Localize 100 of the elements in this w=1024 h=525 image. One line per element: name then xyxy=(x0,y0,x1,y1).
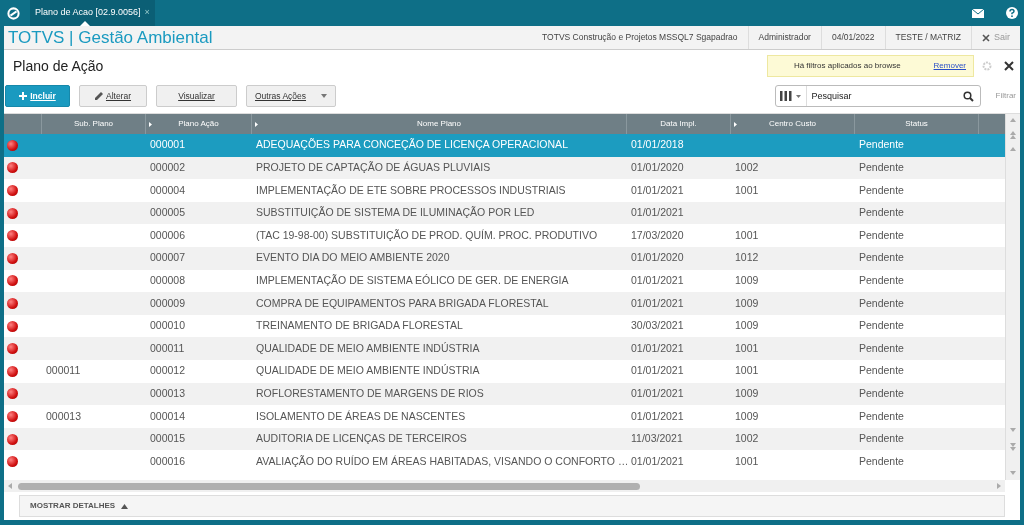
table-cell: Pendente xyxy=(859,454,904,467)
table-cell: PROJETO DE CAPTAÇÃO DE ÁGUAS PLUVIAIS xyxy=(256,161,491,173)
table-cell: 000006 xyxy=(150,228,186,241)
table-cell: 000013 xyxy=(150,386,186,399)
table-cell: Pendente xyxy=(859,138,904,151)
vertical-scrollbar[interactable] xyxy=(1005,114,1020,480)
table-cell: AUDITORIA DE LICENÇAS DE TERCEIROS xyxy=(256,432,467,445)
table-cell: QUALIDADE DE MEIO AMBIENTE INDÚSTRIA xyxy=(256,364,480,377)
column-picker-icon[interactable] xyxy=(779,91,802,101)
header-info: Administrador xyxy=(748,26,822,49)
table-cell: 1009 xyxy=(735,274,759,286)
table-cell: 000011 xyxy=(150,341,185,354)
logo-icon[interactable] xyxy=(7,6,20,20)
table-cell: 000009 xyxy=(150,296,186,309)
table-row[interactable]: 000009 COMPRA DE EQUIPAMENTOS PARA BRIGADA FLORESTAL 01/01/2021 1009 Pendente xyxy=(4,292,1005,315)
table-cell: TREINAMENTO DE BRIGADA FLORESTAL xyxy=(256,319,463,332)
scroll-left-icon[interactable] xyxy=(8,483,12,489)
table-cell: ADEQUAÇÕES PARA CONCEÇÃO DE LICENÇA OPERACIONAL xyxy=(256,138,568,151)
table-cell: IMPLEMENTAÇÃO DE ETE SOBRE PROCESSOS INDUSTRIAIS xyxy=(256,183,566,196)
table-cell: 1009 xyxy=(735,319,759,332)
sort-arrow-icon xyxy=(149,121,152,127)
table-cell: Pendente xyxy=(859,409,904,422)
table-cell: 1001 xyxy=(735,341,759,354)
table-cell: ROFLORESTAMENTO DE MARGENS DE RIOS xyxy=(256,386,484,399)
page-title: Plano de Ação xyxy=(13,56,104,76)
table-cell: 01/01/2021 xyxy=(631,296,684,309)
toolbar-button[interactable]: Visualizar xyxy=(156,85,237,107)
table-cell: 000004 xyxy=(150,183,186,196)
close-icon[interactable] xyxy=(1004,61,1014,71)
table-cell: 000010 xyxy=(150,319,186,332)
table-cell: (TAC 19-98-00) SUBSTITUIÇÃO DE PROD. QUÍM. PROC. PRODUTIVO xyxy=(256,228,598,241)
table-cell: EVENTO DIA DO MEIO AMBIENTE 2020 xyxy=(256,251,450,264)
table-cell: 1001 xyxy=(735,183,759,196)
table-cell: 000005 xyxy=(150,206,186,219)
table-cell: 1012 xyxy=(735,251,759,264)
caret-icon xyxy=(321,94,327,98)
toolbar-button[interactable]: Outras Ações xyxy=(246,85,336,107)
table-cell: 01/01/2020 xyxy=(631,251,684,264)
app-tab[interactable]: Plano de Acao [02.9.0056] × xyxy=(30,0,155,26)
show-details-button[interactable]: MOSTRAR DETALHES xyxy=(19,495,1005,517)
table-cell: 01/01/2021 xyxy=(631,206,684,219)
table-cell: 000013 xyxy=(46,409,82,422)
header-info: TOTVS Construção e Projetos MSSQL7 Sgapadrao xyxy=(532,26,749,49)
table-cell: Pendente xyxy=(859,319,904,332)
remove-filter-link[interactable]: Remover xyxy=(926,60,973,72)
table-cell: Pendente xyxy=(859,228,904,241)
table-cell: IMPLEMENTAÇÃO DE SISTEMA EÓLICO DE GER. DE ENERGIA xyxy=(256,274,569,286)
table-cell: 01/01/2021 xyxy=(631,454,684,467)
table-cell: 000015 xyxy=(150,432,186,445)
table-cell: 000012 xyxy=(150,364,186,377)
table-cell: SUBSTITUIÇÃO DE SISTEMA DE ILUMINAÇÃO POR LED xyxy=(256,206,535,219)
scroll-right-icon[interactable] xyxy=(997,483,1001,489)
table-cell: Pendente xyxy=(859,296,904,309)
table-cell: 01/01/2021 xyxy=(631,274,684,286)
table-cell: 01/01/2018 xyxy=(631,138,684,151)
table-row[interactable]: 000011 QUALIDADE DE MEIO AMBIENTE INDÚSTRIA 01/01/2021 1001 Pendente xyxy=(4,337,1005,360)
table-row[interactable]: 000002 PROJETO DE CAPTAÇÃO DE ÁGUAS PLUVIAIS 01/01/2020 1002 Pendente xyxy=(4,156,1005,180)
table-cell: 000016 xyxy=(150,454,186,467)
help-icon[interactable] xyxy=(1006,7,1018,19)
table-cell: 1002 xyxy=(735,432,759,445)
settings-icon[interactable] xyxy=(982,61,992,71)
plus-icon xyxy=(19,92,28,100)
search-icon[interactable] xyxy=(962,90,974,102)
pencil-icon xyxy=(94,92,103,100)
scroll-down-icon[interactable] xyxy=(1010,427,1016,477)
table-cell: Pendente xyxy=(859,183,904,196)
table-cell: AVALIAÇÃO DO RUÍDO EM ÁREAS HABITADAS, VISANDO O CONFORTO … xyxy=(256,454,627,467)
toolbar-button[interactable]: Alterar xyxy=(79,85,147,107)
table-cell: 000007 xyxy=(150,251,186,264)
table-cell: 01/01/2021 xyxy=(631,409,684,422)
table-cell: Pendente xyxy=(859,341,904,354)
table-cell: Pendente xyxy=(859,161,904,173)
table-cell: 1001 xyxy=(735,228,759,241)
table-row[interactable]: 000013 ROFLORESTAMENTO DE MARGENS DE RIOS 01/01/2021 1009 Pendente xyxy=(4,382,1005,406)
table-cell: 01/01/2021 xyxy=(631,386,684,399)
close-icon xyxy=(982,33,990,42)
table-cell: 1001 xyxy=(735,364,759,377)
table-row[interactable]: 000005 SUBSTITUIÇÃO DE SISTEMA DE ILUMINAÇÃO POR LED 01/01/2021 Pendente xyxy=(4,201,1005,225)
caret-icon xyxy=(121,503,129,509)
table-row[interactable]: 000007 EVENTO DIA DO MEIO AMBIENTE 2020 01/01/2020 1012 Pendente xyxy=(4,246,1005,270)
table-cell: 17/03/2020 xyxy=(631,228,684,241)
table-cell: QUALIDADE DE MEIO AMBIENTE INDÚSTRIA xyxy=(256,341,480,354)
table-row[interactable]: 000015 AUDITORIA DE LICENÇAS DE TERCEIROS 11/03/2021 1002 Pendente xyxy=(4,427,1005,451)
table-cell: 1009 xyxy=(735,296,759,309)
table-cell: 1002 xyxy=(735,161,759,173)
table-cell: Pendente xyxy=(859,432,904,445)
table-cell: 01/01/2021 xyxy=(631,183,684,196)
table-cell: 000002 xyxy=(150,161,186,173)
table-cell: Pendente xyxy=(859,274,904,286)
table-cell: 000014 xyxy=(150,409,186,422)
table-cell: Pendente xyxy=(859,386,904,399)
search-input[interactable]: Pesquisar xyxy=(805,86,963,106)
table-cell: 000001 xyxy=(150,138,186,151)
mail-icon[interactable] xyxy=(972,8,984,18)
table-cell: 000008 xyxy=(150,274,186,286)
search-field[interactable]: Pesquisar xyxy=(774,85,981,107)
table-cell: 30/03/2021 xyxy=(631,319,684,332)
table-cell: 1009 xyxy=(735,409,759,422)
horizontal-scrollbar[interactable] xyxy=(4,480,1005,492)
table-cell: 01/01/2021 xyxy=(631,364,684,377)
